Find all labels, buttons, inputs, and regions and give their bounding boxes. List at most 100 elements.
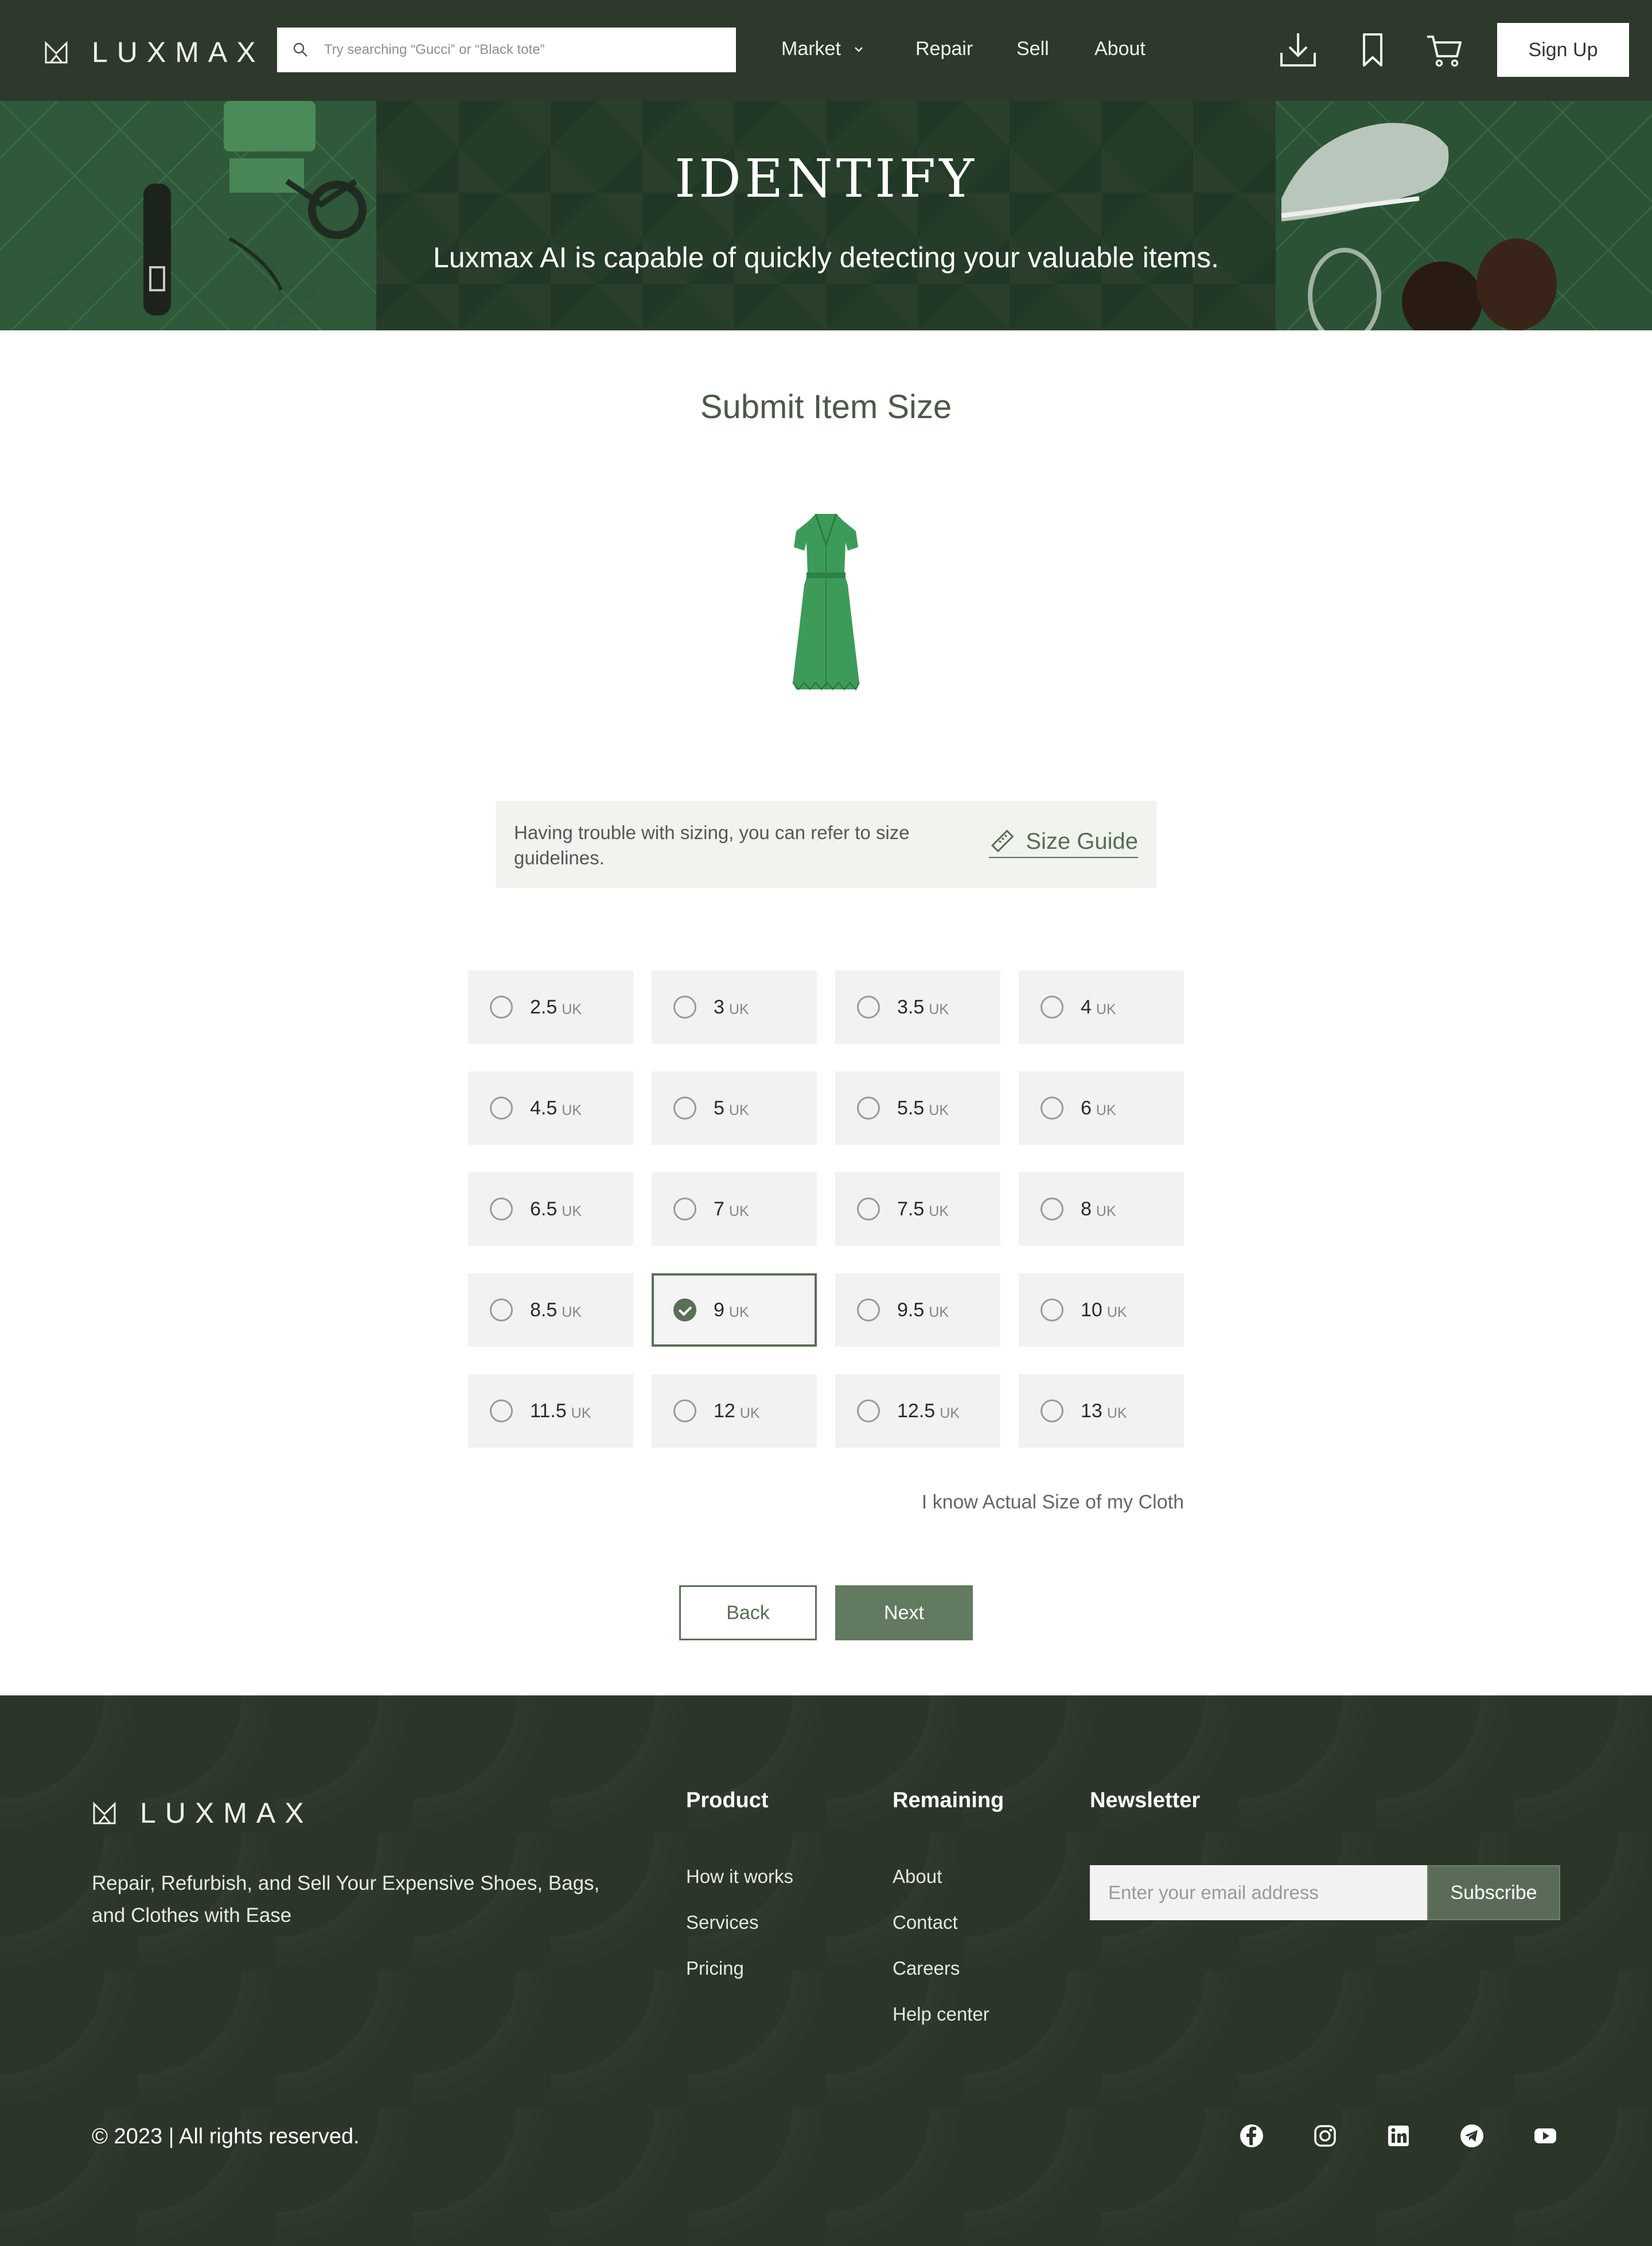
radio-unchecked-icon[interactable] — [490, 1299, 513, 1321]
footer-brand-name: LUXMAX — [140, 1797, 313, 1829]
youtube-icon[interactable] — [1533, 2123, 1558, 2148]
size-unit: UK — [1106, 1304, 1127, 1320]
subscribe-button[interactable]: Subscribe — [1427, 1865, 1560, 1920]
footer-link-careers[interactable]: Careers — [893, 1957, 989, 1980]
size-unit: UK — [940, 1405, 960, 1421]
size-value: 8.5 — [530, 1299, 558, 1321]
size-unit: UK — [929, 1102, 949, 1118]
footer-link-how-it-works[interactable]: How it works — [686, 1865, 793, 1888]
size-value: 5.5 — [897, 1097, 925, 1119]
know-actual-size-link[interactable]: I know Actual Size of my Cloth — [922, 1491, 1184, 1514]
size-option[interactable]: 5.5 UK — [835, 1071, 1000, 1145]
size-option[interactable]: 8 UK — [1019, 1172, 1184, 1246]
nav-market[interactable]: Market — [781, 38, 864, 60]
radio-unchecked-icon[interactable] — [1041, 1097, 1063, 1120]
radio-unchecked-icon[interactable] — [857, 996, 880, 1019]
size-option[interactable]: 2.5 UK — [468, 970, 633, 1044]
search-icon — [293, 42, 307, 57]
site-footer: LUXMAX Repair, Refurbish, and Sell Your … — [0, 1695, 1652, 2246]
bookmark-icon[interactable] — [1353, 30, 1393, 70]
size-unit: UK — [571, 1405, 591, 1421]
nav-sell[interactable]: Sell — [1016, 38, 1049, 60]
radio-unchecked-icon[interactable] — [857, 1198, 880, 1221]
size-option[interactable]: 13 UK — [1019, 1374, 1184, 1448]
radio-unchecked-icon[interactable] — [673, 1399, 696, 1422]
search-input[interactable] — [324, 42, 726, 58]
nav-about[interactable]: About — [1094, 38, 1146, 60]
size-value: 10 — [1081, 1299, 1102, 1321]
logo-mark-icon — [45, 41, 68, 64]
back-button[interactable]: Back — [679, 1585, 817, 1640]
footer-link-help-center[interactable]: Help center — [893, 2003, 989, 2026]
radio-unchecked-icon[interactable] — [1041, 1399, 1063, 1422]
radio-unchecked-icon[interactable] — [1041, 1299, 1063, 1321]
footer-logo[interactable]: LUXMAX — [92, 1796, 313, 1830]
footer-remaining-heading: Remaining — [893, 1788, 1004, 1812]
size-unit: UK — [562, 1001, 582, 1017]
radio-unchecked-icon[interactable] — [490, 1399, 513, 1422]
radio-unchecked-icon[interactable] — [490, 1097, 513, 1120]
search-bar[interactable] — [277, 28, 736, 72]
size-unit: UK — [929, 1001, 949, 1017]
size-unit: UK — [562, 1102, 582, 1118]
nav-repair[interactable]: Repair — [915, 38, 973, 60]
top-navbar: LUXMAX Market Repair Sell About S — [0, 0, 1652, 101]
cart-icon[interactable] — [1424, 30, 1464, 70]
radio-unchecked-icon[interactable] — [490, 1198, 513, 1221]
telegram-icon[interactable] — [1459, 2123, 1485, 2148]
size-option[interactable]: 7.5 UK — [835, 1172, 1000, 1246]
size-value: 9 — [714, 1299, 724, 1321]
size-unit: UK — [1096, 1001, 1116, 1017]
size-option[interactable]: 8.5 UK — [468, 1273, 633, 1347]
size-option[interactable]: 4.5 UK — [468, 1071, 633, 1145]
linkedin-icon[interactable] — [1386, 2123, 1411, 2148]
radio-unchecked-icon[interactable] — [673, 996, 696, 1019]
footer-remaining-links: About Contact Careers Help center — [893, 1865, 989, 2026]
size-option[interactable]: 9.5 UK — [835, 1273, 1000, 1347]
size-option[interactable]: 6 UK — [1019, 1071, 1184, 1145]
logo-mark-icon — [93, 1802, 116, 1824]
sign-up-button[interactable]: Sign Up — [1497, 23, 1629, 77]
size-option[interactable]: 3.5 UK — [835, 970, 1000, 1044]
newsletter-email-input[interactable] — [1090, 1865, 1427, 1920]
footer-link-about[interactable]: About — [893, 1865, 989, 1888]
size-option[interactable]: 4 UK — [1019, 970, 1184, 1044]
size-option[interactable]: 6.5 UK — [468, 1172, 633, 1246]
size-guide-link[interactable]: Size Guide — [989, 828, 1138, 858]
download-icon[interactable] — [1278, 30, 1318, 70]
size-guide-label: Size Guide — [1026, 828, 1138, 854]
hero-image-left — [0, 101, 376, 330]
radio-unchecked-icon[interactable] — [673, 1198, 696, 1221]
size-option[interactable]: 9 UK — [652, 1273, 817, 1347]
size-unit: UK — [1096, 1203, 1116, 1219]
brand-name: LUXMAX — [92, 36, 265, 68]
radio-unchecked-icon[interactable] — [1041, 996, 1063, 1019]
size-option[interactable]: 3 UK — [652, 970, 817, 1044]
size-option[interactable]: 7 UK — [652, 1172, 817, 1246]
instagram-icon[interactable] — [1312, 2123, 1338, 2148]
brand-logo[interactable]: LUXMAX — [44, 36, 265, 69]
size-option[interactable]: 10 UK — [1019, 1273, 1184, 1347]
radio-unchecked-icon[interactable] — [1041, 1198, 1063, 1221]
size-option[interactable]: 12.5 UK — [835, 1374, 1000, 1448]
hero-banner: IDENTIFY Luxmax AI is capable of quickly… — [0, 101, 1652, 330]
footer-link-pricing[interactable]: Pricing — [686, 1957, 793, 1980]
radio-unchecked-icon[interactable] — [857, 1299, 880, 1321]
radio-unchecked-icon[interactable] — [857, 1399, 880, 1422]
chevron-down-icon — [855, 46, 863, 52]
size-value: 7.5 — [897, 1198, 925, 1220]
radio-unchecked-icon[interactable] — [857, 1097, 880, 1120]
footer-link-services[interactable]: Services — [686, 1911, 793, 1934]
facebook-icon[interactable] — [1239, 2123, 1264, 2148]
next-button[interactable]: Next — [835, 1585, 973, 1640]
size-option[interactable]: 11.5 UK — [468, 1374, 633, 1448]
size-value: 6 — [1081, 1097, 1092, 1119]
radio-unchecked-icon[interactable] — [673, 1097, 696, 1120]
radio-checked-icon[interactable] — [673, 1299, 696, 1321]
footer-link-contact[interactable]: Contact — [893, 1911, 989, 1934]
size-option[interactable]: 5 UK — [652, 1071, 817, 1145]
size-option[interactable]: 12 UK — [652, 1374, 817, 1448]
size-value: 6.5 — [530, 1198, 558, 1220]
size-value: 9.5 — [897, 1299, 925, 1321]
radio-unchecked-icon[interactable] — [490, 996, 513, 1019]
